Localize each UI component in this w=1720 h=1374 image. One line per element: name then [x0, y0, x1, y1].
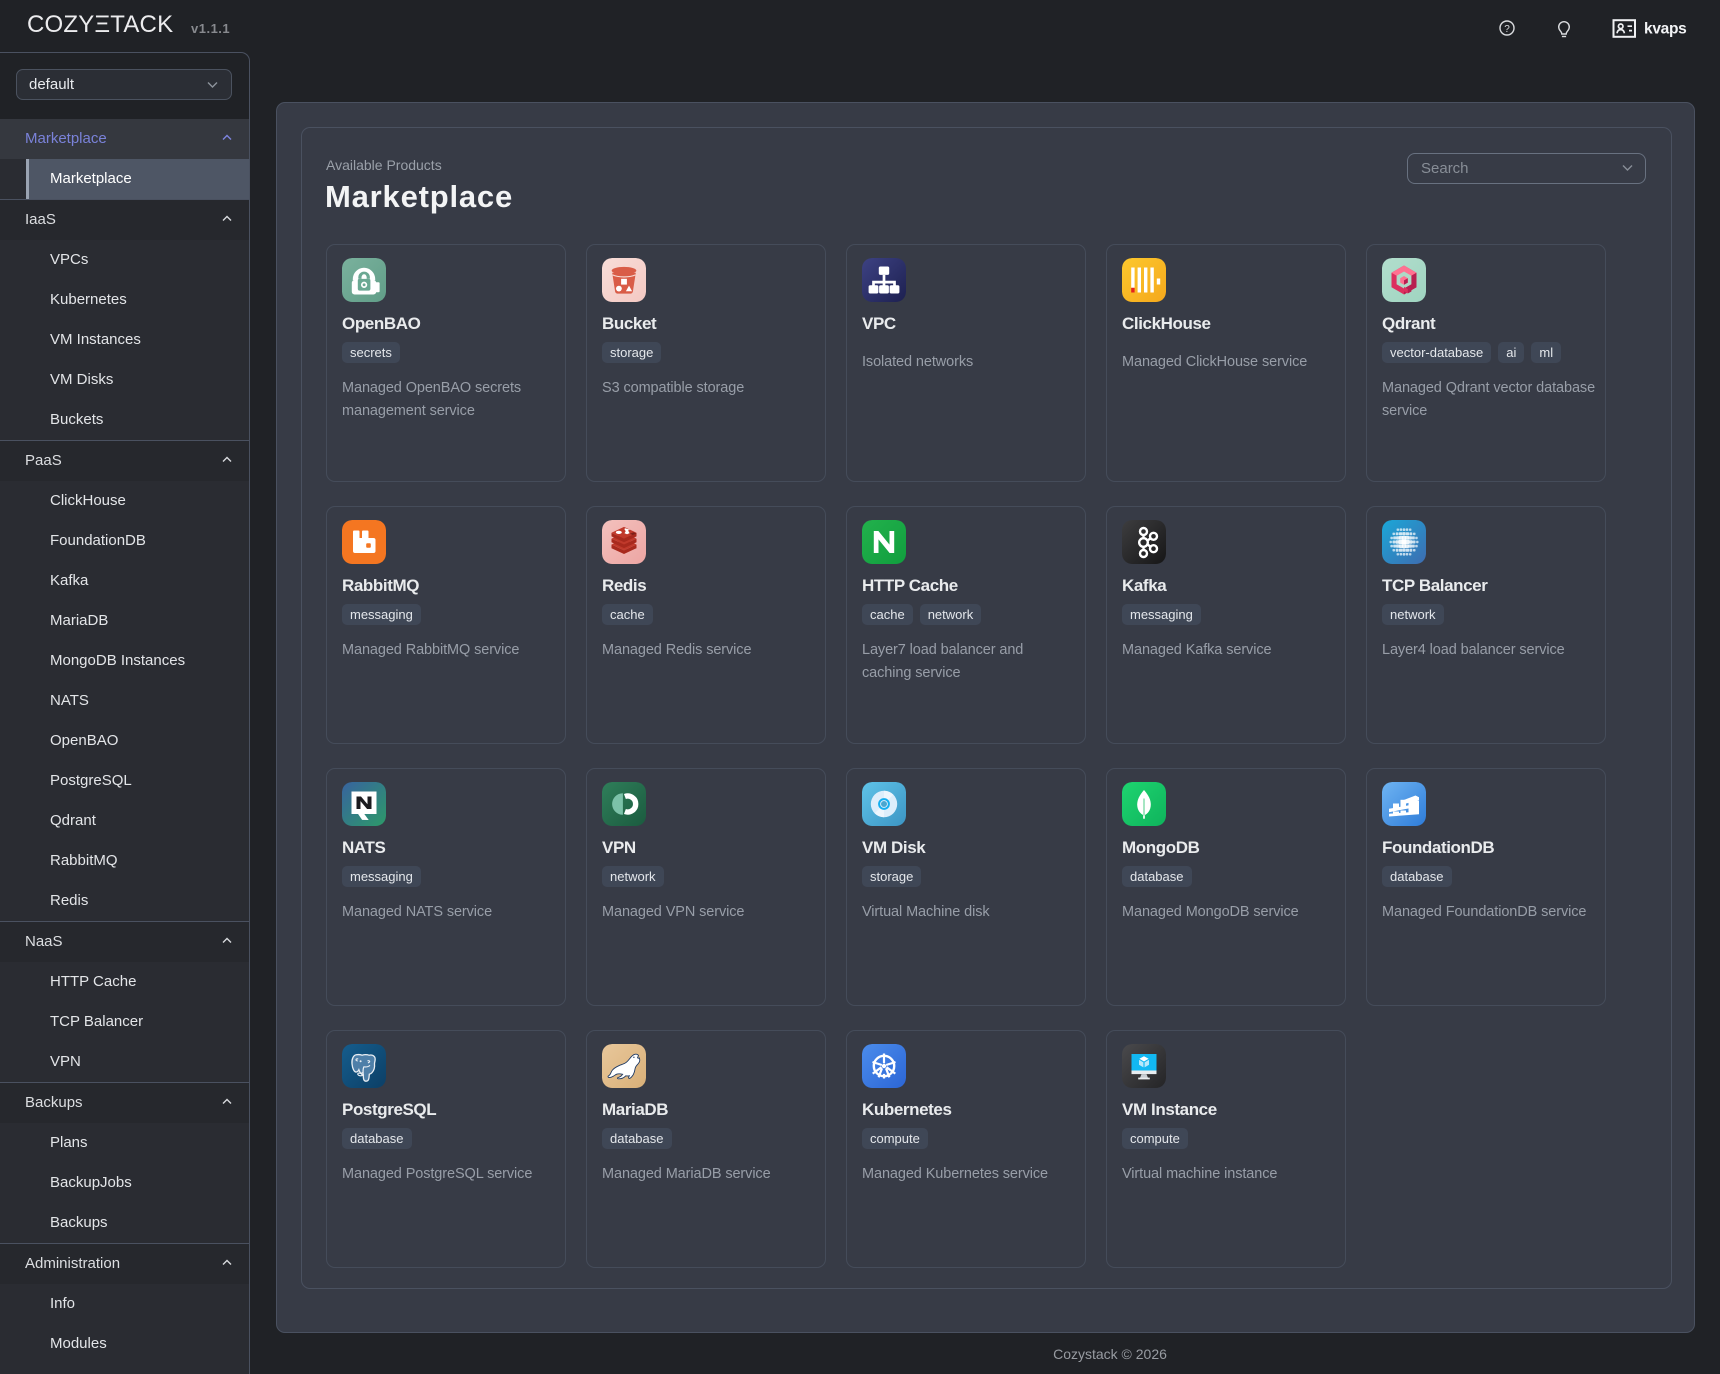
- svg-text:kvaps: kvaps: [1644, 21, 1686, 38]
- svg-text:?: ?: [1504, 24, 1510, 35]
